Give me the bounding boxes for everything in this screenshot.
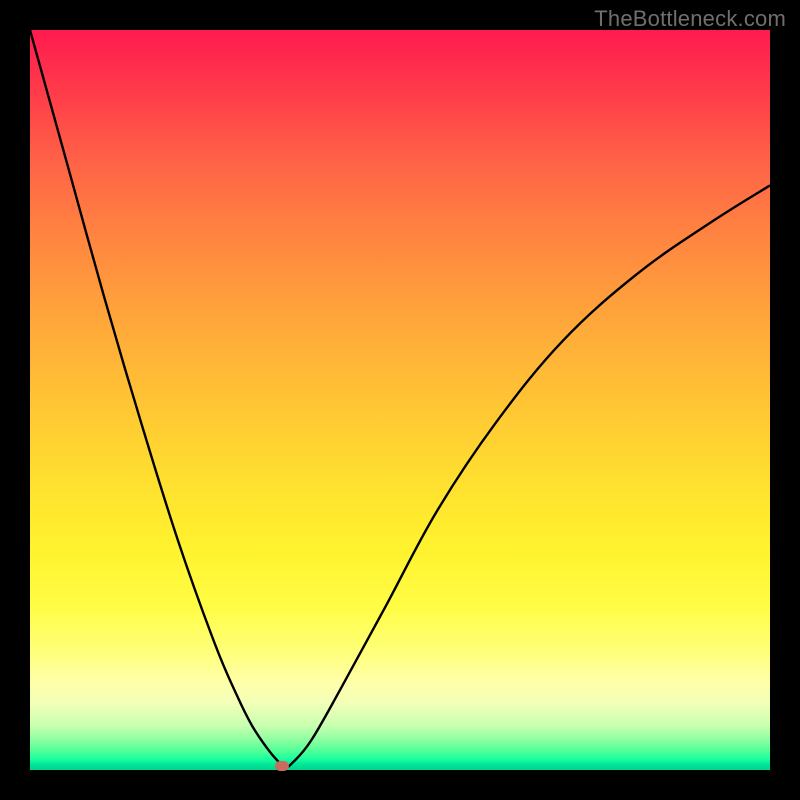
watermark-text: TheBottleneck.com [594,6,786,32]
bottleneck-curve [30,30,770,770]
optimal-point-marker [275,761,289,771]
